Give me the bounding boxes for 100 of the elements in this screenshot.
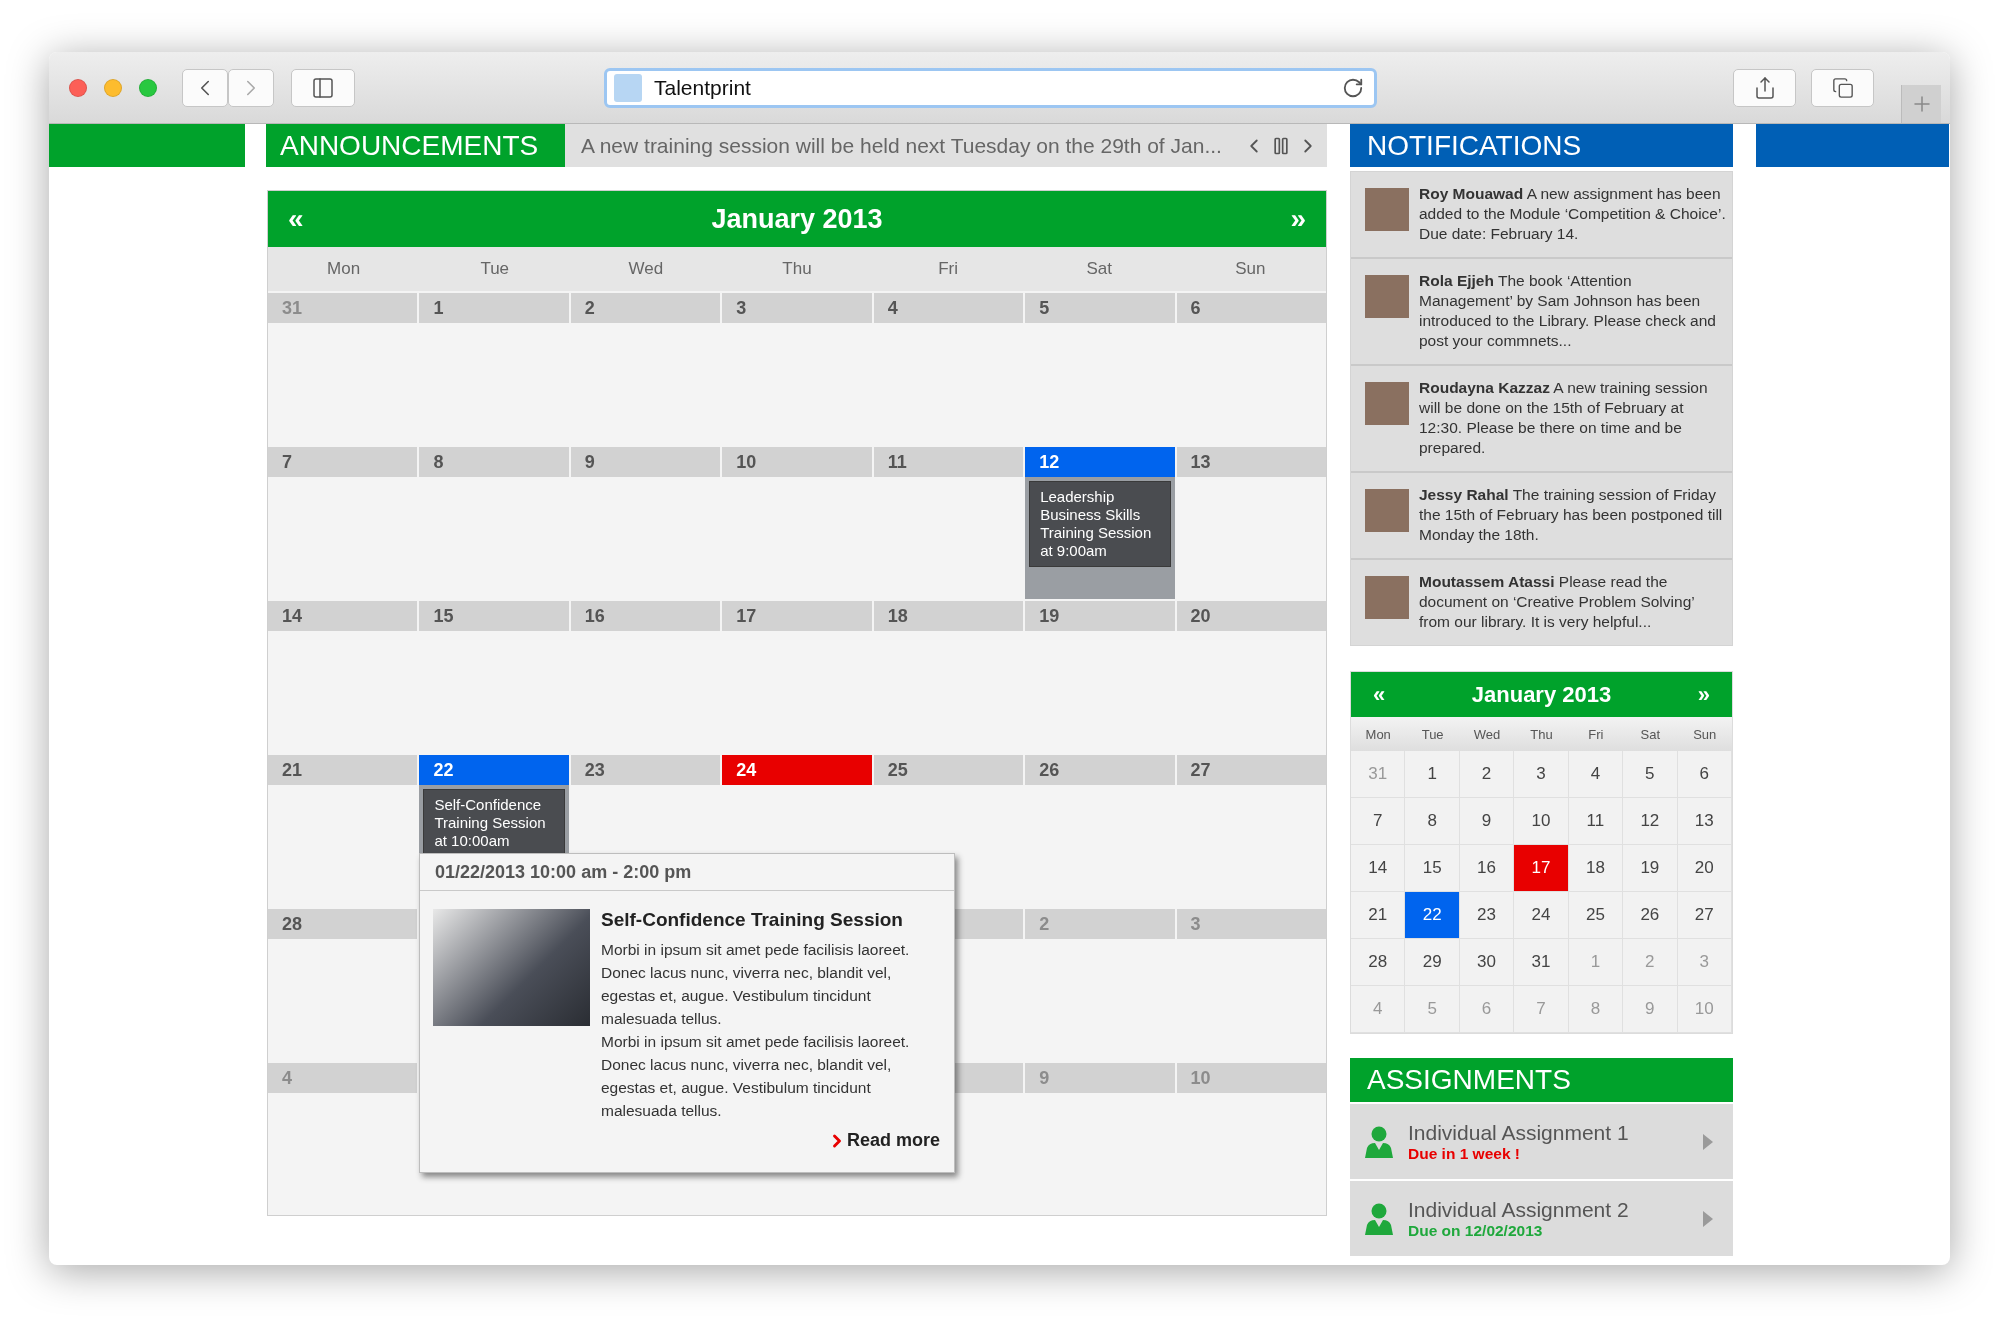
calendar-day[interactable]: 13 [1677,798,1732,845]
day-number[interactable]: 11 [873,447,1024,477]
day-number[interactable]: 10 [722,447,872,477]
day-number[interactable]: 3 [722,293,872,323]
event-description: Morbi in ipsum sit amet pede facilisis laoreet. Donec lacus nunc, viverra nec, blandit vel, egestas et, augue. Vestibulum tincidunt malesuada tellus. [601,1032,911,1121]
calendar-day[interactable]: 10 [1514,798,1569,845]
calendar-day[interactable]: 14 [1351,845,1406,892]
calendar-day[interactable]: 1 [1405,751,1460,798]
previous-month-button[interactable]: « [1367,681,1392,708]
day-number[interactable]: 4 [873,293,1024,323]
calendar-day[interactable]: 24 [1514,892,1569,939]
day-number[interactable]: 13 [1176,447,1326,477]
calendar-day[interactable]: 27 [1677,892,1732,939]
calendar-day[interactable]: 8 [1405,798,1460,845]
person-icon [1364,1125,1394,1158]
day-number[interactable]: 22 [419,755,569,785]
calendar-day[interactable]: 5 [1405,986,1460,1033]
day-number[interactable]: 16 [570,601,721,631]
assignment-item[interactable]: Individual Assignment 2 Due on 12/02/2013 [1350,1181,1733,1256]
day-number[interactable]: 15 [419,601,569,631]
assignments-heading: ASSIGNMENTS [1350,1058,1733,1102]
calendar-day[interactable]: 3 [1514,751,1569,798]
weekday-label: Mon [1364,725,1392,744]
address-bar[interactable]: Talentprint [604,67,1377,108]
reload-icon[interactable] [1342,76,1364,99]
tabs-button[interactable] [1811,68,1874,107]
day-number[interactable]: 8 [419,447,569,477]
avatar-placeholder [1365,576,1409,619]
day-number[interactable]: 26 [1025,755,1175,785]
avatar-placeholder [1365,275,1409,318]
day-number[interactable]: 2 [570,293,721,323]
day-number[interactable]: 18 [873,601,1024,631]
calendar-day[interactable]: 11 [1568,798,1624,845]
calendar-day[interactable]: 18 [1568,845,1624,892]
calendar-day[interactable]: 28 [1351,939,1406,986]
calendar-day[interactable]: 31 [1351,751,1406,798]
weekday-label: Wed [1472,725,1502,744]
day-number[interactable]: 1 [419,293,569,323]
event-description: Morbi in ipsum sit amet pede facilisis laoreet. Donec lacus nunc, viverra nec, blandit vel, egestas et, augue. Vestibulum tincidunt malesuada tellus. [601,940,911,1029]
read-more-link[interactable]: Read more [826,1130,940,1151]
calendar-day[interactable]: 3 [1677,939,1732,986]
day-number[interactable]: 25 [873,755,1024,785]
calendar-day[interactable]: 9 [1623,986,1678,1033]
calendar-day[interactable]: 25 [1568,892,1624,939]
day-number[interactable]: 23 [570,755,721,785]
day-number[interactable]: 19 [1025,601,1175,631]
calendar-day[interactable]: 8 [1568,986,1624,1033]
day-number[interactable]: 28 [268,909,418,939]
calendar-event[interactable]: Leadership Business Skills Training Session at 9:00am [1029,481,1171,567]
sidebar-button[interactable] [291,68,355,107]
calendar-day[interactable]: 5 [1623,751,1678,798]
calendar-day[interactable]: 30 [1459,939,1515,986]
day-number[interactable]: 14 [268,601,418,631]
calendar-day[interactable]: 16 [1459,845,1515,892]
day-number[interactable]: 17 [722,601,872,631]
calendar-day[interactable]: 7 [1514,986,1569,1033]
calendar-day[interactable]: 21 [1351,892,1406,939]
calendar-day[interactable]: 26 [1623,892,1678,939]
close-icon[interactable] [69,78,87,97]
weekday-label: Fri [1587,725,1605,744]
calendar-day[interactable]: 17 [1514,845,1569,892]
day-number[interactable]: 9 [570,447,721,477]
calendar-day[interactable]: 9 [1459,798,1515,845]
caret-icon [1703,1133,1713,1150]
next-month-button[interactable]: » [1691,681,1716,708]
page-title: Talentprint [654,75,752,100]
day-number[interactable]: 7 [268,447,418,477]
calendar-day[interactable]: 6 [1677,751,1732,798]
pause-icon[interactable] [1271,135,1291,156]
day-number[interactable]: 21 [268,755,418,785]
calendar-day[interactable]: 29 [1405,939,1460,986]
day-number[interactable]: 12 [1025,447,1175,477]
calendar-day[interactable]: 12 [1623,798,1678,845]
previous-month-button[interactable]: « [282,203,310,235]
day-number[interactable]: 20 [1176,601,1326,631]
calendar-day[interactable]: 22 [1405,892,1460,939]
next-month-button[interactable]: » [1284,203,1312,235]
calendar-day[interactable]: 4 [1351,986,1406,1033]
calendar-day[interactable]: 4 [1568,751,1624,798]
day-number[interactable]: 6 [1176,293,1326,323]
day-number[interactable]: 24 [722,755,872,785]
calendar-day[interactable]: 31 [1514,939,1569,986]
day-number[interactable]: 27 [1176,755,1326,785]
assignment-item[interactable]: Individual Assignment 1 Due in 1 week ! [1350,1104,1733,1179]
share-button[interactable] [1733,68,1796,107]
calendar-day[interactable]: 19 [1623,845,1678,892]
calendar-day[interactable]: 1 [1568,939,1624,986]
weekday-label: Sun [1234,258,1267,280]
calendar-day[interactable]: 23 [1459,892,1515,939]
calendar-day[interactable]: 6 [1459,986,1515,1033]
notification-text: Roy Mouawad A new assignment has been added to the Module ‘Competition & Choice’. Due date: February 14. [1419,184,1726,244]
calendar-day[interactable]: 10 [1677,986,1732,1033]
calendar-day[interactable]: 2 [1623,939,1678,986]
assignment-title: Individual Assignment 2 [1408,1197,1630,1222]
calendar-day[interactable]: 7 [1351,798,1406,845]
calendar-day[interactable]: 15 [1405,845,1460,892]
day-number[interactable]: 5 [1025,293,1175,323]
maximize-icon[interactable] [139,78,157,97]
calendar-day[interactable]: 20 [1677,845,1732,892]
calendar-day[interactable]: 2 [1459,751,1515,798]
